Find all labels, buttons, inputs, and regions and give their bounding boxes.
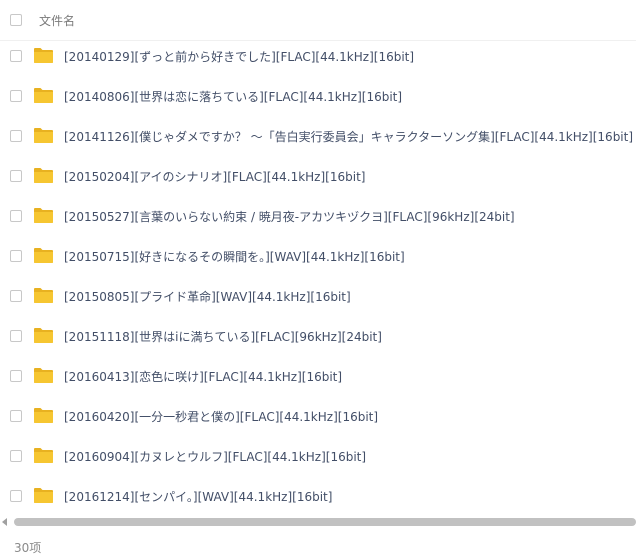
file-row[interactable]: [20150805][プライド革命][WAV][44.1kHz][16bit] [0,276,636,316]
folder-icon [33,167,54,184]
file-name[interactable]: [20150527][言葉のいらない約束 / 暁月夜-アカツキヅクヨ][FLAC… [64,208,515,225]
row-checkbox[interactable] [10,450,22,462]
row-checkbox[interactable] [10,370,22,382]
file-name[interactable]: [20150805][プライド革命][WAV][44.1kHz][16bit] [64,288,351,305]
folder-icon [33,447,54,464]
row-checkbox[interactable] [10,490,22,502]
file-row[interactable]: [20140129][ずっと前から好きでした][FLAC][44.1kHz][1… [0,36,636,76]
file-name[interactable]: [20140806][世界は恋に落ちている][FLAC][44.1kHz][16… [64,88,402,105]
scrollbar-thumb[interactable] [14,518,636,526]
scroll-left-arrow-icon[interactable] [2,518,7,526]
file-row[interactable]: [20160904][カヌレとウルフ][FLAC][44.1kHz][16bit… [0,436,636,476]
folder-icon [33,207,54,224]
file-row[interactable]: [20150715][好きになるその瞬間を。][WAV][44.1kHz][16… [0,236,636,276]
file-name[interactable]: [20161214][センパイ。][WAV][44.1kHz][16bit] [64,488,332,505]
file-name[interactable]: [20151118][世界はiに満ちている][FLAC][96kHz][24bi… [64,328,382,345]
file-name[interactable]: [20140129][ずっと前から好きでした][FLAC][44.1kHz][1… [64,48,414,65]
row-checkbox[interactable] [10,210,22,222]
horizontal-scrollbar[interactable] [0,516,636,528]
file-name[interactable]: [20150204][アイのシナリオ][FLAC][44.1kHz][16bit… [64,168,365,185]
file-row[interactable]: [20160420][一分一秒君と僕の][FLAC][44.1kHz][16bi… [0,396,636,436]
file-row[interactable]: [20151118][世界はiに満ちている][FLAC][96kHz][24bi… [0,316,636,356]
file-name[interactable]: [20160413][恋色に咲け][FLAC][44.1kHz][16bit] [64,368,342,385]
folder-icon [33,247,54,264]
file-row[interactable]: [20141126][僕じゃダメですか？ ～「告白実行委員会」キャラクターソング… [0,116,636,156]
row-checkbox[interactable] [10,330,22,342]
file-list-panel: 文件名 [20140129][ずっと前から好きでした][FLAC][44.1kH… [0,0,636,558]
file-name[interactable]: [20141126][僕じゃダメですか？ ～「告白実行委員会」キャラクターソング… [64,128,633,145]
folder-icon [33,407,54,424]
file-name[interactable]: [20160904][カヌレとウルフ][FLAC][44.1kHz][16bit… [64,448,366,465]
row-checkbox[interactable] [10,130,22,142]
row-checkbox[interactable] [10,170,22,182]
row-checkbox[interactable] [10,290,22,302]
file-name[interactable]: [20160420][一分一秒君と僕の][FLAC][44.1kHz][16bi… [64,408,378,425]
file-row[interactable]: [20160413][恋色に咲け][FLAC][44.1kHz][16bit] [0,356,636,396]
folder-icon [33,327,54,344]
folder-icon [33,287,54,304]
select-all-checkbox[interactable] [10,14,22,26]
item-count: 30项 [14,541,42,555]
file-row[interactable]: [20161214][センパイ。][WAV][44.1kHz][16bit] [0,476,636,516]
row-checkbox[interactable] [10,250,22,262]
list-header: 文件名 [0,0,636,41]
file-row[interactable]: [20150527][言葉のいらない約束 / 暁月夜-アカツキヅクヨ][FLAC… [0,196,636,236]
folder-icon [33,367,54,384]
file-list: [20140129][ずっと前から好きでした][FLAC][44.1kHz][1… [0,36,636,516]
file-row[interactable]: [20140806][世界は恋に落ちている][FLAC][44.1kHz][16… [0,76,636,116]
file-name[interactable]: [20150715][好きになるその瞬間を。][WAV][44.1kHz][16… [64,248,405,265]
folder-icon [33,47,54,64]
folder-icon [33,87,54,104]
row-checkbox[interactable] [10,90,22,102]
folder-icon [33,127,54,144]
row-checkbox[interactable] [10,50,22,62]
column-header-filename[interactable]: 文件名 [39,12,75,29]
row-checkbox[interactable] [10,410,22,422]
file-row[interactable]: [20150204][アイのシナリオ][FLAC][44.1kHz][16bit… [0,156,636,196]
folder-icon [33,487,54,504]
